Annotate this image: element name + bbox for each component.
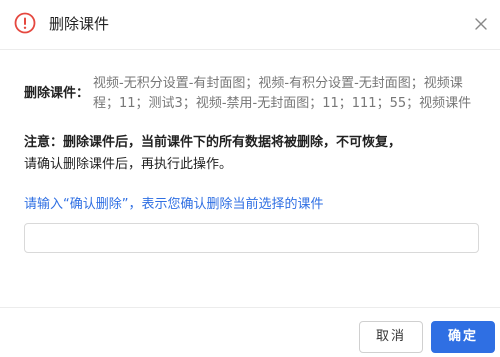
confirm-button[interactable]: 确定 (431, 321, 495, 353)
dialog-title: 删除课件 (49, 15, 110, 33)
close-icon[interactable] (474, 17, 488, 31)
delete-notice: 注意：删除课件后，当前课件下的所有数据将被删除，不可恢复， 请确认删除课件后，再… (24, 132, 476, 176)
confirm-prompt: 请输入“确认删除”，表示您确认删除当前选择的课件 (24, 197, 324, 212)
dialog-footer: 取消 确定 (0, 307, 500, 357)
courseware-label: 删除课件： (24, 86, 90, 101)
delete-courseware-dialog: 删除课件 删除课件： 视频-无积分设置-有封面图；视频-有积分设置-无封面图；视… (0, 0, 500, 357)
dialog-body: 删除课件： 视频-无积分设置-有封面图；视频-有积分设置-无封面图；视频课程；1… (24, 74, 479, 253)
courseware-list: 视频-无积分设置-有封面图；视频-有积分设置-无封面图；视频课程；11；测试3；… (93, 76, 472, 111)
courseware-row: 删除课件： 视频-无积分设置-有封面图；视频-有积分设置-无封面图；视频课程；1… (24, 74, 476, 114)
dialog-header: 删除课件 (0, 0, 500, 50)
notice-warning-text: 注意：删除课件后，当前课件下的所有数据将被删除，不可恢复， (24, 135, 402, 150)
notice-instruction-text: 请确认删除课件后，再执行此操作。 (24, 157, 233, 172)
warning-circle-icon (14, 12, 36, 34)
confirm-delete-input[interactable] (24, 223, 479, 253)
cancel-button[interactable]: 取消 (359, 321, 423, 353)
